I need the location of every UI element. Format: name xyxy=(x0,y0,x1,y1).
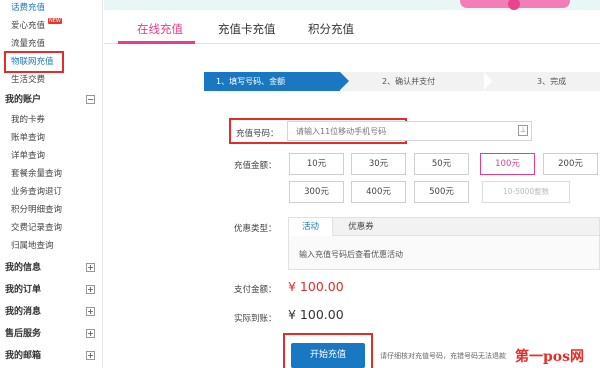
received-amount-value: ¥ 100.00 xyxy=(288,307,344,322)
promo-tab-coupon[interactable]: 优惠券 xyxy=(341,218,381,236)
start-recharge-button[interactable]: 开始充值 xyxy=(291,343,365,368)
sidebar-item-detail-query[interactable]: 详单查询 xyxy=(0,147,103,165)
promo-panel: 活动 优惠券 输入充值号码后查看优惠活动 xyxy=(288,217,600,270)
tab-online-recharge[interactable]: 在线充值 xyxy=(137,21,183,37)
new-badge: NEW xyxy=(48,18,62,24)
active-tab-indicator xyxy=(118,41,195,44)
step-separator-icon xyxy=(484,72,492,90)
sidebar-item-payment-records[interactable]: 交费记录查询 xyxy=(0,219,103,237)
expand-icon[interactable]: + xyxy=(86,351,95,360)
amount-option-50[interactable]: 50元 xyxy=(414,153,469,175)
sidebar-item-phone-recharge[interactable]: 话费充值 xyxy=(0,0,103,17)
promo-tabbar xyxy=(289,218,599,236)
amount-option-100[interactable]: 100元 xyxy=(480,153,535,175)
expand-icon[interactable]: + xyxy=(86,307,95,316)
pay-amount-label: 支付金额： xyxy=(234,285,277,295)
promo-tab-activity[interactable]: 活动 xyxy=(289,218,333,236)
step-confirm-pay: 2、确认并支付 xyxy=(382,77,436,86)
contact-book-icon[interactable]: ⊥ xyxy=(518,125,528,136)
sidebar-item-bill-query[interactable]: 账单查询 xyxy=(0,129,103,147)
sidebar-group-account[interactable]: 我的账户 − xyxy=(0,91,103,109)
sidebar-item-points-detail[interactable]: 积分明细查询 xyxy=(0,201,103,219)
tab-points-recharge[interactable]: 积分充值 xyxy=(308,21,354,37)
received-amount-label: 实际到账： xyxy=(234,314,277,324)
amount-option-400[interactable]: 400元 xyxy=(351,181,406,203)
step-arrow-icon xyxy=(340,72,349,90)
iot-highlight-box xyxy=(4,51,64,73)
sidebar-item-location-query[interactable]: 归属地查询 xyxy=(0,237,103,255)
sidebar-item-utility-payment[interactable]: 生活交费 xyxy=(0,71,103,89)
verify-number-hint: 请仔细核对充值号码，充错号码无法退款 xyxy=(380,352,506,360)
custom-amount-input[interactable]: 10-5000整数 xyxy=(482,181,570,203)
sidebar-group-after-sales[interactable]: 售后服务 + xyxy=(0,325,103,343)
amount-option-200[interactable]: 200元 xyxy=(543,153,598,175)
expand-icon[interactable]: + xyxy=(86,263,95,272)
expand-icon[interactable]: + xyxy=(86,285,95,294)
amount-label: 充值金额： xyxy=(234,161,277,171)
amount-option-10[interactable]: 10元 xyxy=(289,153,344,175)
amount-option-30[interactable]: 30元 xyxy=(351,153,406,175)
recharge-tabs: 在线充值 充值卡充值 积分充值 xyxy=(104,10,600,44)
sidebar-group-my-mailbox[interactable]: 我的邮箱 + xyxy=(0,347,103,365)
collapse-icon[interactable]: − xyxy=(86,95,95,104)
phone-input[interactable] xyxy=(287,121,532,141)
sidebar: 话费充值 爱心充值 NEW 流量充值 物联网充值 生活交费 我的账户 − 我的卡… xyxy=(0,0,103,368)
banner-art-dot xyxy=(508,0,520,10)
step-complete: 3、完成 xyxy=(537,77,567,86)
amount-option-500[interactable]: 500元 xyxy=(414,181,469,203)
expand-icon[interactable]: + xyxy=(86,329,95,338)
tab-card-recharge[interactable]: 充值卡充值 xyxy=(218,21,276,37)
step-fill-info: 1、填写号码、金额 xyxy=(204,72,340,91)
sidebar-item-plan-balance[interactable]: 套餐余量查询 xyxy=(0,165,103,183)
pay-amount-value: ¥ 100.00 xyxy=(288,279,344,294)
promo-label: 优惠类型： xyxy=(234,224,277,234)
top-banner xyxy=(104,0,600,10)
site-watermark: 第一pos网 xyxy=(515,349,585,365)
sidebar-group-my-messages[interactable]: 我的消息 + xyxy=(0,303,103,321)
sidebar-item-my-coupons[interactable]: 我的卡券 xyxy=(0,111,103,129)
amount-option-300[interactable]: 300元 xyxy=(289,181,344,203)
sidebar-item-service-unsubscribe[interactable]: 业务查询退订 xyxy=(0,183,103,201)
sidebar-group-my-orders[interactable]: 我的订单 + xyxy=(0,281,103,299)
sidebar-item-charity-recharge[interactable]: 爱心充值 NEW xyxy=(0,17,103,35)
progress-steps: 1、填写号码、金额 2、确认并支付 3、完成 xyxy=(204,72,600,91)
sidebar-group-my-info[interactable]: 我的信息 + xyxy=(0,259,103,277)
promo-message: 输入充值号码后查看优惠活动 xyxy=(299,250,403,259)
